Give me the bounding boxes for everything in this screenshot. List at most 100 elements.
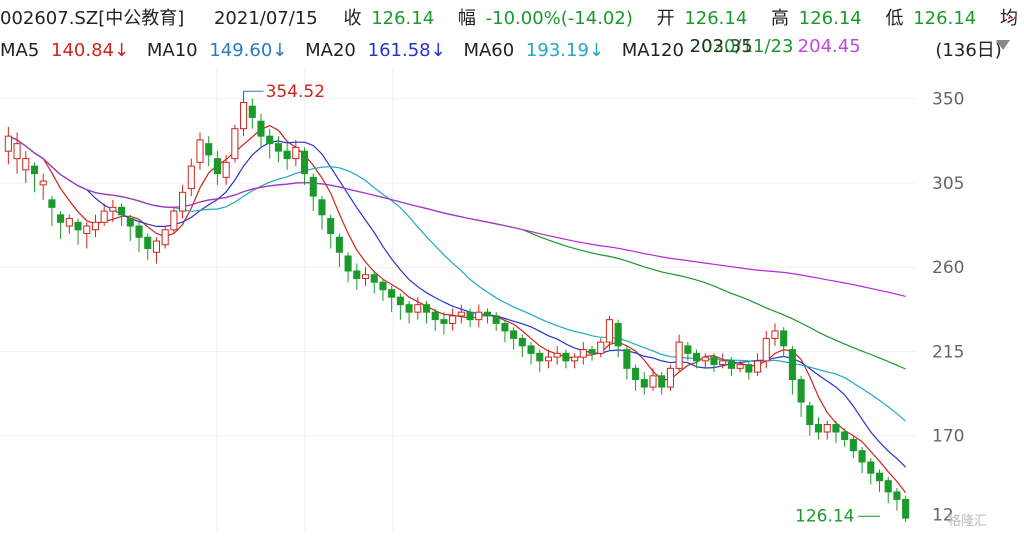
candle-body [379,281,387,291]
candle-body [544,356,553,362]
candle-body [675,341,683,369]
change-value: -10.00%(-14.02) [485,8,633,29]
open-label: 开 [656,8,675,29]
change-label: 幅 [457,8,476,29]
candle-body [91,221,100,231]
candle-body [222,161,230,178]
candle-body [353,270,361,279]
candle-body [658,375,666,388]
candle-body [780,330,788,347]
candle-body [605,319,614,343]
quote-date: 2021/07/15 [213,8,318,29]
candle-body [248,105,256,118]
candle-body [666,367,674,388]
candle-body [292,146,300,160]
candle-body [588,349,596,354]
candle-body [884,480,892,493]
candle-body [388,289,396,298]
more-menu-icon[interactable]: ... [1001,3,1018,24]
close-label: 收 [343,8,362,29]
ma20-label[interactable]: MA20 [305,40,356,61]
ma60-label[interactable]: MA60 [463,40,514,61]
candle-body [745,364,753,373]
ma20-value: 161.58↓ [367,40,446,61]
candle-body [536,352,544,362]
candle-body [649,375,657,388]
candle-body [213,158,221,175]
candle-body [13,143,21,160]
candle-body [187,165,195,190]
candle-body [762,337,770,362]
ma10-label[interactable]: MA10 [147,40,198,61]
candle-body [83,225,91,235]
ma10-value: 149.60↓ [209,40,288,61]
candle-body [902,498,910,519]
candle-body [475,311,483,321]
candle-body [431,311,439,321]
candle-body [623,349,631,369]
y-tick-label: 305 [932,174,964,194]
ma120-overlap: 2020/11/23 203.35 204.45 [690,36,930,58]
period-label: (136日) [935,40,1002,61]
ma250-value: 204.45 [797,36,861,57]
ma120-line [8,135,906,297]
candle-body [4,135,12,152]
candle-body [414,304,422,313]
candle-body [196,139,204,163]
candle-body [57,214,65,223]
moving-average-bar: MA5 140.84↓ MA10 149.60↓ MA20 161.58↓ MA… [0,36,1002,62]
candle-body [867,461,875,474]
ma120-label[interactable]: MA120 [622,40,684,61]
candle-body [283,150,291,160]
candle-body [640,379,648,388]
candle-body [396,296,404,306]
candle-body [327,218,335,235]
candle-body [266,135,274,145]
candle-body [144,236,152,250]
low-label: 低 [885,8,904,29]
candle-body [405,304,413,313]
candle-body [562,352,570,362]
stock-code[interactable]: 002607.SZ[中公教育] [0,4,184,30]
candle-body [579,349,587,358]
candle-body [719,360,727,366]
candle-body [841,431,849,440]
candle-body [240,101,248,130]
candle-body [701,356,709,362]
chevron-down-icon[interactable] [996,40,1010,50]
ma10-line [8,135,907,468]
candle-body [597,341,605,354]
candle-body [48,199,56,208]
ma5-label[interactable]: MA5 [0,40,39,61]
candle-body [274,143,282,152]
candle-body [126,218,134,227]
candle-body [875,472,884,482]
ma120-overlap-value: 203.35 [689,36,753,57]
candle-body [152,240,161,253]
candle-body [135,225,143,238]
last-price-label: 126.14 [795,506,854,526]
candle-body [736,364,744,369]
candle-body [483,311,492,317]
candle-body [30,165,39,175]
candle-body [710,356,718,366]
candle-body [100,210,108,223]
candle-body [109,206,117,212]
candle-body [344,255,352,272]
candle-body [849,438,857,452]
candlestick-chart[interactable]: 35030526021517012354.52126.14 [0,60,1024,538]
candle-body [771,330,779,339]
candle-body [806,405,814,426]
candle-body [422,304,431,313]
candle-body [553,352,561,358]
candle-body [179,191,187,212]
quote-header: 002607.SZ[中公教育] 2021/07/15 收 126.14 幅 -1… [0,4,1018,30]
candle-body [318,199,326,216]
candle-body [814,424,823,433]
candle-body [753,360,762,373]
close-value: 126.14 [371,8,435,29]
candle-body [693,352,701,362]
candle-body [632,367,640,381]
candle-body [22,158,30,171]
open-value: 126.14 [684,8,748,29]
